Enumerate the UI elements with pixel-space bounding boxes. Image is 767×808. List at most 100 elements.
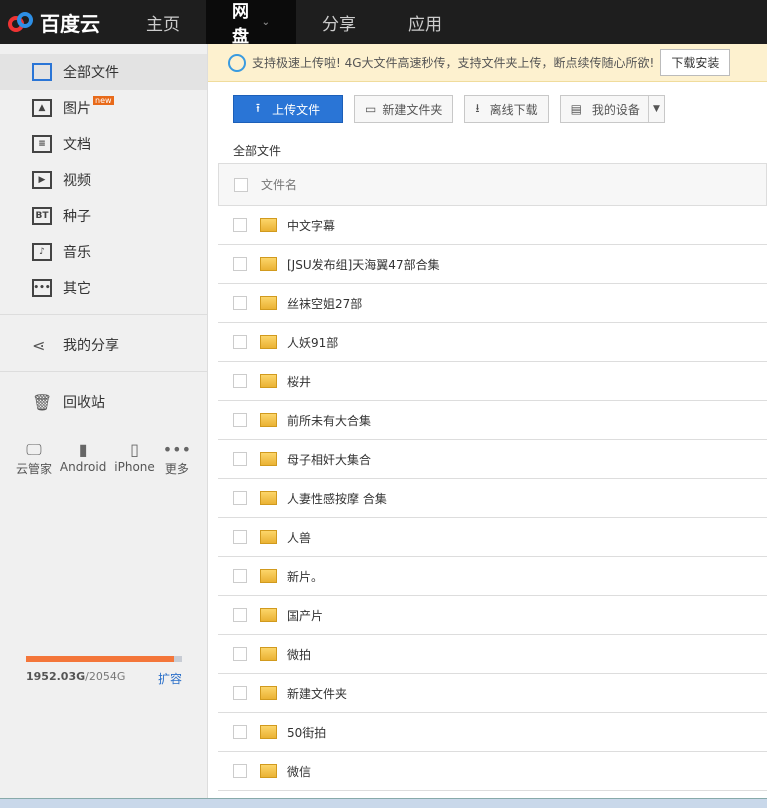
table-row[interactable]: 母子相奸大集合 bbox=[218, 440, 767, 479]
folder-icon bbox=[260, 296, 277, 310]
file-name[interactable]: 中文字幕 bbox=[287, 217, 335, 234]
table-row[interactable]: 丝袜空姐27部 bbox=[218, 284, 767, 323]
quota-bar bbox=[26, 656, 182, 662]
file-name[interactable]: 微拍 bbox=[287, 646, 311, 663]
row-checkbox[interactable] bbox=[233, 413, 247, 427]
sidebar-item-music[interactable]: ♪ 音乐 bbox=[0, 234, 207, 270]
sidebar-item-trash[interactable]: 🗑 回收站 bbox=[0, 384, 207, 420]
file-name[interactable]: 前所未有大合集 bbox=[287, 412, 371, 429]
sidebar-item-my-share[interactable]: ⋖ 我的分享 bbox=[0, 327, 207, 363]
row-checkbox[interactable] bbox=[233, 686, 247, 700]
device-more[interactable]: ••• 更多 bbox=[163, 440, 191, 477]
folder-icon bbox=[260, 608, 277, 622]
device-links: 🖵 云管家 ▮ Android ▯ iPhone ••• 更多 bbox=[0, 440, 207, 477]
row-checkbox[interactable] bbox=[233, 491, 247, 505]
row-checkbox[interactable] bbox=[233, 257, 247, 271]
device-iphone[interactable]: ▯ iPhone bbox=[114, 440, 155, 477]
divider bbox=[0, 314, 207, 315]
nav-netdisk-label: 网盘 bbox=[232, 2, 249, 47]
nav-netdisk[interactable]: 网盘 ⌄ bbox=[206, 0, 296, 47]
label: 离线下载 bbox=[489, 102, 538, 117]
file-name[interactable]: 新建文件夹 bbox=[287, 685, 347, 702]
table-row[interactable]: 国产片 bbox=[218, 596, 767, 635]
quota-total: /2054G bbox=[85, 670, 126, 683]
table-row[interactable]: [JSU发布组]天海翼47部合集 bbox=[218, 245, 767, 284]
row-checkbox[interactable] bbox=[233, 764, 247, 778]
upload-icon: ⭱ bbox=[255, 100, 261, 115]
sidebar-item-images[interactable]: ▲ 图片 new bbox=[0, 90, 207, 126]
row-checkbox[interactable] bbox=[233, 218, 247, 232]
folder-icon bbox=[260, 374, 277, 388]
file-name[interactable]: 微信 bbox=[287, 763, 311, 780]
android-icon: ▮ bbox=[78, 440, 88, 459]
label: 我的分享 bbox=[63, 338, 119, 354]
table-row[interactable]: 50街拍 bbox=[218, 713, 767, 752]
upload-button[interactable]: ⭱ 上传文件 bbox=[233, 95, 343, 123]
sidebar-item-docs[interactable]: ≡ 文档 bbox=[0, 126, 207, 162]
nav-home[interactable]: 主页 bbox=[120, 0, 206, 44]
trash-icon: 🗑 bbox=[32, 392, 53, 412]
logo[interactable]: 百度云 bbox=[0, 8, 120, 37]
row-checkbox[interactable] bbox=[233, 452, 247, 466]
file-name[interactable]: 新片。 bbox=[287, 568, 323, 585]
select-all-checkbox[interactable] bbox=[234, 177, 248, 192]
table-row[interactable]: 中文字幕 bbox=[218, 206, 767, 245]
table-row[interactable]: 桜井 bbox=[218, 362, 767, 401]
nav-apps[interactable]: 应用 bbox=[382, 0, 468, 44]
taskbar bbox=[0, 798, 767, 808]
offline-download-button[interactable]: ⭳ 离线下载 bbox=[464, 95, 549, 123]
sidebar-item-torrents[interactable]: BT 种子 bbox=[0, 198, 207, 234]
table-row[interactable]: 人兽 bbox=[218, 518, 767, 557]
table-row[interactable]: 人妖91部 bbox=[218, 323, 767, 362]
download-icon: ⭳ bbox=[475, 100, 480, 115]
sidebar-item-other[interactable]: ••• 其它 bbox=[0, 270, 207, 306]
top-nav: 百度云 主页 网盘 ⌄ 分享 应用 bbox=[0, 0, 767, 47]
file-name[interactable]: 50街拍 bbox=[287, 724, 326, 741]
expand-link[interactable]: 扩容 bbox=[158, 670, 182, 687]
new-folder-button[interactable]: ▭ 新建文件夹 bbox=[354, 95, 454, 123]
file-name[interactable]: 国产片 bbox=[287, 607, 323, 624]
folder-icon bbox=[260, 218, 277, 232]
table-row[interactable]: 新片。 bbox=[218, 557, 767, 596]
phone-icon: ▯ bbox=[130, 440, 139, 459]
download-install-button[interactable]: 下载安装 bbox=[660, 49, 731, 76]
file-name[interactable]: 丝袜空姐27部 bbox=[287, 295, 362, 312]
row-checkbox[interactable] bbox=[233, 725, 247, 739]
brand-name: 百度云 bbox=[40, 11, 100, 36]
label: 其它 bbox=[63, 281, 91, 297]
new-badge: new bbox=[93, 95, 114, 105]
table-row[interactable]: 前所未有大合集 bbox=[218, 401, 767, 440]
column-filename[interactable]: 文件名 bbox=[261, 176, 297, 193]
row-checkbox[interactable] bbox=[233, 530, 247, 544]
my-devices-button[interactable]: ▤ 我的设备 ▼ bbox=[559, 95, 665, 123]
device-cloud-manager[interactable]: 🖵 云管家 bbox=[16, 440, 52, 477]
table-row[interactable]: 微信 bbox=[218, 752, 767, 791]
doc-icon: ≡ bbox=[32, 135, 52, 153]
row-checkbox[interactable] bbox=[233, 608, 247, 622]
share-icon: ⋖ bbox=[32, 335, 46, 355]
file-name[interactable]: 人兽 bbox=[287, 529, 311, 546]
row-checkbox[interactable] bbox=[233, 647, 247, 661]
device-icon: ▤ bbox=[570, 102, 582, 116]
device-android[interactable]: ▮ Android bbox=[60, 440, 106, 477]
file-name[interactable]: 人妖91部 bbox=[287, 334, 338, 351]
sidebar-item-video[interactable]: ▶ 视频 bbox=[0, 162, 207, 198]
row-checkbox[interactable] bbox=[233, 296, 247, 310]
label: 音乐 bbox=[63, 245, 91, 261]
file-name[interactable]: 人妻性感按摩 合集 bbox=[287, 490, 387, 507]
breadcrumb[interactable]: 全部文件 bbox=[233, 142, 281, 159]
folder-icon bbox=[260, 452, 277, 466]
file-name[interactable]: [JSU发布组]天海翼47部合集 bbox=[287, 256, 440, 273]
file-name[interactable]: 桜井 bbox=[287, 373, 311, 390]
row-checkbox[interactable] bbox=[233, 374, 247, 388]
table-row[interactable]: 微拍 bbox=[218, 635, 767, 674]
table-row[interactable]: 人妻性感按摩 合集 bbox=[218, 479, 767, 518]
row-checkbox[interactable] bbox=[233, 335, 247, 349]
sidebar-item-all-files[interactable]: 全部文件 bbox=[0, 54, 207, 90]
nav-share[interactable]: 分享 bbox=[296, 0, 382, 44]
video-icon: ▶ bbox=[32, 171, 52, 189]
dropdown-arrow-icon[interactable]: ▼ bbox=[647, 96, 664, 122]
table-row[interactable]: 新建文件夹 bbox=[218, 674, 767, 713]
row-checkbox[interactable] bbox=[233, 569, 247, 583]
file-name[interactable]: 母子相奸大集合 bbox=[287, 451, 371, 468]
